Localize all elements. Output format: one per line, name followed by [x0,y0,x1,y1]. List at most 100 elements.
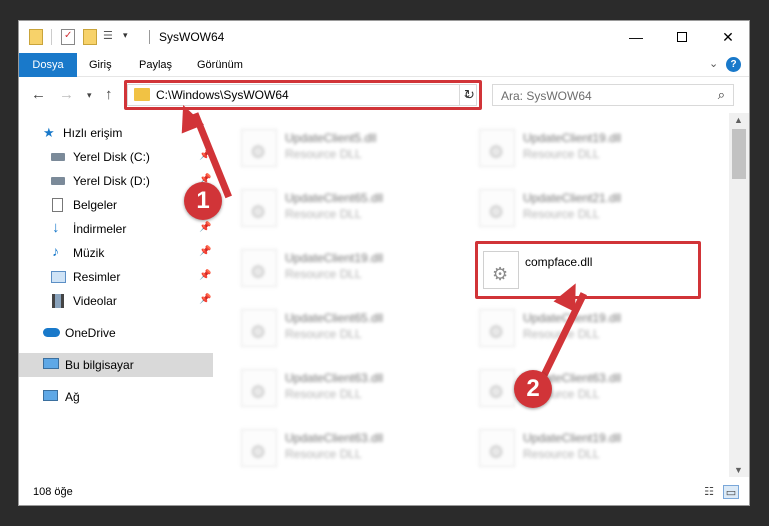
arrow-left-icon: ← [31,86,46,103]
tiles-view-icon[interactable]: ▭ [723,485,739,499]
sidebar-item-local-disk-d[interactable]: Yerel Disk (D:) 📌 [19,169,213,193]
file-tile[interactable]: ⚙ UpdateClient65.dll Resource DLL [235,303,455,353]
sidebar-item-label: Ağ [65,390,80,404]
forward-button[interactable]: → [59,86,74,103]
dll-file-icon: ⚙ [241,369,277,407]
sidebar-item-label: Müzik [73,246,105,260]
folder-icon[interactable] [29,29,43,45]
compface-highlight [475,241,701,299]
file-type: Resource DLL [523,447,600,461]
dll-file-icon: ⚙ [479,309,515,347]
gear-icon: ⚙ [488,382,505,402]
file-tile[interactable]: ⚙ UpdateClient19.dll Resource DLL [473,423,693,473]
pin-icon[interactable]: 📌 [199,270,211,281]
chevron-down-icon[interactable]: ⌄ [709,57,718,70]
chevron-down-icon[interactable]: ▾ [123,30,128,41]
maximize-button[interactable] [659,21,705,53]
file-tile[interactable]: ⚙ UpdateClient63.dll Resource DLL [235,423,455,473]
tab-view[interactable]: Görünüm [187,53,253,77]
sidebar-item-this-pc[interactable]: Bu bilgisayar [19,353,213,377]
dll-file-icon: ⚙ [479,189,515,227]
scroll-up-icon[interactable]: ▲ [734,115,743,125]
gear-icon: ⚙ [488,442,505,462]
sidebar-item-videos[interactable]: Videolar 📌 [19,289,213,313]
sidebar-item-local-disk-c[interactable]: Yerel Disk (C:) 📌 [19,145,213,169]
file-name: UpdateClient63.dll [285,431,384,445]
file-name: UpdateClient21.dll [523,191,622,205]
file-name: UpdateClient19.dll [285,251,384,265]
maximize-icon [677,32,687,42]
file-tile[interactable]: ⚙ UpdateClient63.dll Resource DLL [473,363,693,413]
drive-icon [51,177,65,185]
tab-home[interactable]: Giriş [79,53,122,77]
close-button[interactable]: ✕ [705,21,749,53]
gear-icon: ⚙ [250,382,267,402]
cloud-icon [43,328,60,337]
file-type: Resource DLL [523,207,600,221]
sidebar-item-pictures[interactable]: Resimler 📌 [19,265,213,289]
file-tile[interactable]: ⚙ UpdateClient19.dll Resource DLL [473,123,693,173]
document-icon [52,198,63,212]
sidebar-item-label: Belgeler [73,198,118,212]
sidebar-item-downloads[interactable]: ↓ İndirmeler 📌 [19,217,213,241]
scroll-down-icon[interactable]: ▼ [734,465,743,475]
help-icon[interactable]: ? [726,57,741,72]
scrollbar-thumb[interactable] [732,129,746,179]
drive-icon [51,153,65,161]
sidebar-item-label: OneDrive [65,326,116,340]
file-tile[interactable]: ⚙ UpdateClient5.dll Resource DLL [235,123,455,173]
gear-icon: ⚙ [488,322,505,342]
file-tile[interactable]: ⚙ UpdateClient19.dll Resource DLL [473,303,693,353]
pin-icon[interactable]: 📌 [199,294,211,305]
window-title: SysWOW64 [159,30,225,44]
search-input[interactable]: Ara: SysWOW64 [501,89,592,103]
download-icon: ↓ [52,219,60,236]
star-icon: ★ [43,125,55,140]
dll-file-icon: ⚙ [241,249,277,287]
dll-file-icon: ⚙ [241,129,277,167]
vertical-scrollbar[interactable]: ▲ ▼ [729,113,749,477]
toolbar-divider [51,29,52,45]
minimize-button[interactable]: — [613,21,659,53]
file-type: Resource DLL [285,447,362,461]
details-view-icon[interactable]: ☷ [701,485,717,499]
item-count: 108 öğe [33,486,73,498]
file-tile[interactable]: ⚙ UpdateClient19.dll Resource DLL [235,243,455,293]
sidebar-item-onedrive[interactable]: OneDrive [19,321,213,345]
file-name: UpdateClient65.dll [285,191,384,205]
search-icon[interactable]: ⌕ [718,87,725,103]
sidebar-item-label: Bu bilgisayar [65,358,134,372]
sidebar-item-label: Yerel Disk (C:) [73,150,150,164]
pin-icon[interactable]: 📌 [199,222,211,233]
customize-toolbar-icon[interactable]: ☰ [103,29,119,45]
sidebar-item-label: Videolar [73,294,117,308]
dll-file-icon: ⚙ [479,429,515,467]
file-type: Resource DLL [285,387,362,401]
video-icon [52,294,64,308]
file-tile[interactable]: ⚙ UpdateClient63.dll Resource DLL [235,363,455,413]
sidebar-item-music[interactable]: ♪ Müzik 📌 [19,241,213,265]
gear-icon: ⚙ [250,442,267,462]
file-type: Resource DLL [523,147,600,161]
tab-file[interactable]: Dosya [19,53,77,77]
sidebar-item-label: Resimler [73,270,121,284]
file-tile[interactable]: ⚙ UpdateClient65.dll Resource DLL [235,183,455,233]
properties-icon[interactable]: ✓ [61,29,75,45]
tab-share[interactable]: Paylaş [129,53,182,77]
new-folder-icon[interactable] [83,29,97,45]
gear-icon: ⚙ [488,142,505,162]
file-tile[interactable]: ⚙ UpdateClient21.dll Resource DLL [473,183,693,233]
sidebar-item-network[interactable]: Ağ [19,385,213,409]
file-type: Resource DLL [285,207,362,221]
gear-icon: ⚙ [250,322,267,342]
file-explorer-window: ✓ ☰ ▾ SysWOW64 — ✕ Dosya Giriş Paylaş Gö… [18,20,750,506]
minimize-icon: — [629,29,643,45]
navigation-pane: ★ Hızlı erişim Yerel Disk (C:) 📌 Yerel D… [19,113,213,477]
step-badge-2: 2 [514,370,552,408]
up-button[interactable]: ↑ [105,86,113,103]
search-box[interactable]: Ara: SysWOW64 ⌕ [492,84,734,106]
recent-locations-button[interactable]: ▾ [87,90,92,101]
back-button[interactable]: ← [31,86,46,103]
file-name: UpdateClient63.dll [285,371,384,385]
pin-icon[interactable]: 📌 [199,246,211,257]
